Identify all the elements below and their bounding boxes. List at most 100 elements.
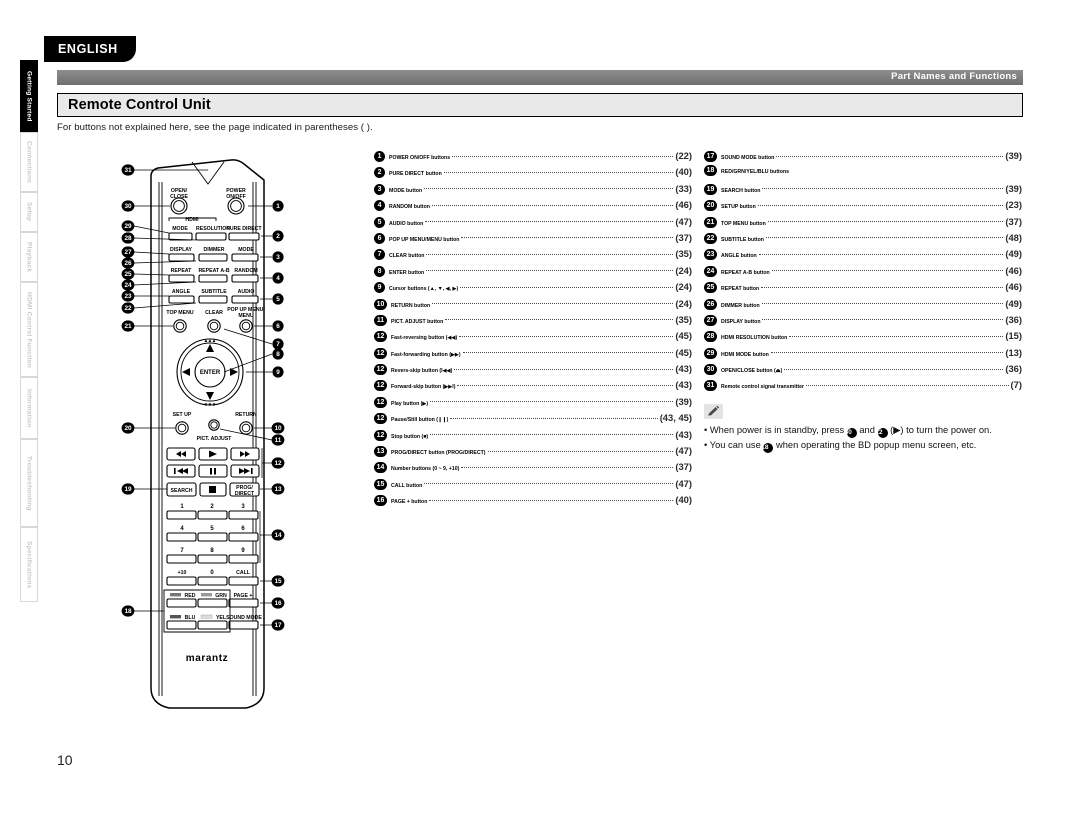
leader-dots xyxy=(762,319,1004,321)
remote-callout-number: 1 xyxy=(276,203,280,210)
item-number-badge: 15 xyxy=(374,478,387,490)
page-reference: (43) xyxy=(675,363,692,375)
remote-callout-number: 25 xyxy=(124,271,132,278)
page-reference: (40) xyxy=(675,494,692,506)
sidebar-tab-label: Playback xyxy=(25,241,33,273)
item-label: Stop button (■) xyxy=(391,433,429,440)
note-list: • When power is in standby, press 30 and… xyxy=(704,424,1030,453)
page-reference: (39) xyxy=(1005,182,1022,194)
page-reference: (37) xyxy=(675,231,692,243)
remote-callout-number: 28 xyxy=(124,235,132,242)
item-number-badge: 10 xyxy=(374,298,387,310)
leader-dots xyxy=(424,188,674,190)
item-label: OPEN/CLOSE button (⏏) xyxy=(721,368,783,375)
page-reference: (46) xyxy=(1005,281,1022,293)
item-number-badge: 31 xyxy=(704,380,717,392)
item-number-badge: 12 xyxy=(374,413,387,425)
remote-callout-number: 6 xyxy=(276,323,280,330)
item-label: RETURN button xyxy=(391,302,431,309)
item-number-badge: 26 xyxy=(704,298,717,310)
parts-list-item: 4 RANDOM button (46) xyxy=(374,199,692,215)
parts-list-item: 7 CLEAR button (35) xyxy=(374,248,692,264)
page-reference: (43) xyxy=(675,428,692,440)
remote-callout-number: 14 xyxy=(274,532,282,539)
leader-dots xyxy=(770,352,1004,354)
note-block: • When power is in standby, press 30 and… xyxy=(704,404,1030,454)
remote-callout-number: 2 xyxy=(276,233,280,240)
page-reference: (47) xyxy=(675,477,692,489)
note-item: • When power is in standby, press 30 and… xyxy=(704,425,992,438)
remote-callout-number: 22 xyxy=(124,305,132,312)
leader-dots xyxy=(425,221,674,223)
leader-dots xyxy=(445,319,674,321)
item-label: Number buttons (0 ~ 9, +10) xyxy=(391,466,460,473)
remote-callout-number: 29 xyxy=(124,223,132,230)
item-label: CALL button xyxy=(391,482,423,489)
parts-list-item: 8 ENTER button (24) xyxy=(374,265,692,281)
parts-list-item: 2 PURE DIRECT button (40) xyxy=(374,166,692,182)
item-label: SEARCH button xyxy=(721,187,761,194)
item-number-badge: 23 xyxy=(704,249,717,261)
remote-callout-number: 7 xyxy=(276,341,280,348)
page-reference: (36) xyxy=(1005,363,1022,375)
svg-text:SUBTITLE: SUBTITLE xyxy=(201,289,227,295)
item-number-badge: 22 xyxy=(704,232,717,244)
item-label: HDMI MODE button xyxy=(721,351,769,358)
sidebar-tab-label: Setup xyxy=(25,202,33,222)
remote-callout-number: 26 xyxy=(124,260,132,267)
parts-list-item: 30 OPEN/CLOSE button (⏏) (36) xyxy=(704,363,1022,379)
sidebar-tab-troubleshooting[interactable]: Troubleshooting xyxy=(20,439,38,527)
language-tab: ENGLISH xyxy=(44,36,136,62)
page-reference: (49) xyxy=(1005,297,1022,309)
parts-list-item: 10 RETURN button (24) xyxy=(374,298,692,314)
page-reference: (35) xyxy=(675,248,692,260)
svg-text:RANDOM: RANDOM xyxy=(234,268,257,274)
item-label: RED/GRN/YEL/BLU buttons xyxy=(721,169,790,176)
item-number-badge: 12 xyxy=(374,396,387,408)
leader-dots xyxy=(431,204,674,206)
parts-list-item: 12 Play button (▶) (39) xyxy=(374,396,692,412)
sidebar-tab-playback[interactable]: Playback xyxy=(20,232,38,282)
sidebar-tab-setup[interactable]: Setup xyxy=(20,192,38,232)
sidebar-tab-getting-started[interactable]: Getting Started xyxy=(20,60,38,132)
sidebar-tab-specifications[interactable]: Specifications xyxy=(20,527,38,602)
item-number-badge: 18 xyxy=(704,165,717,177)
item-label: ENTER button xyxy=(389,269,425,276)
leader-dots xyxy=(784,368,1004,370)
remote-callout-number: 13 xyxy=(274,486,282,493)
svg-text:CALL: CALL xyxy=(236,570,251,576)
page-reference: (43) xyxy=(675,379,692,391)
item-label: POWER ON/OFF buttons xyxy=(389,155,451,161)
remote-callout-number: 8 xyxy=(276,351,280,358)
language-tab-label: ENGLISH xyxy=(58,42,118,56)
page-reference: (24) xyxy=(675,297,692,309)
pencil-icon xyxy=(704,404,723,419)
leader-dots xyxy=(806,384,1009,386)
sidebar-tab-connections[interactable]: Connections xyxy=(20,132,38,192)
page-reference: (45) xyxy=(675,330,692,342)
page-reference: (39) xyxy=(1005,150,1022,161)
remote-callout-number: 9 xyxy=(276,369,280,376)
leader-dots xyxy=(771,270,1004,272)
item-label: Fast-reversing button (◀◀) xyxy=(391,335,458,342)
item-number-badge: 28 xyxy=(704,331,717,343)
leader-dots xyxy=(761,303,1004,305)
sidebar-tab-information[interactable]: Information xyxy=(20,377,38,439)
sidebar-tab-hdmi-control-function[interactable]: HDMI Control Function xyxy=(20,282,38,377)
svg-text:SEARCH: SEARCH xyxy=(171,488,193,494)
parts-list-item: 19 SEARCH button (39) xyxy=(704,183,1022,199)
leader-dots xyxy=(767,221,1004,223)
parts-list-item: 23 ANGLE button (49) xyxy=(704,248,1022,264)
svg-text:RED: RED xyxy=(185,593,196,599)
parts-list-item: 5 AUDIO button (47) xyxy=(374,216,692,232)
svg-text:MODE: MODE xyxy=(238,247,254,253)
item-number-badge: 30 xyxy=(704,364,717,376)
remote-callout-number: 15 xyxy=(274,578,282,585)
leader-dots xyxy=(432,303,674,305)
sidebar-tab-label: Connections xyxy=(25,140,33,184)
parts-list-item: 6 POP UP MENU/MENU button (37) xyxy=(374,232,692,248)
svg-text:PICT. ADJUST: PICT. ADJUST xyxy=(197,436,233,442)
remote-callout-number: 11 xyxy=(275,437,282,444)
svg-text:DIRECT: DIRECT xyxy=(235,491,255,497)
item-number-badge: 4 xyxy=(374,200,385,212)
